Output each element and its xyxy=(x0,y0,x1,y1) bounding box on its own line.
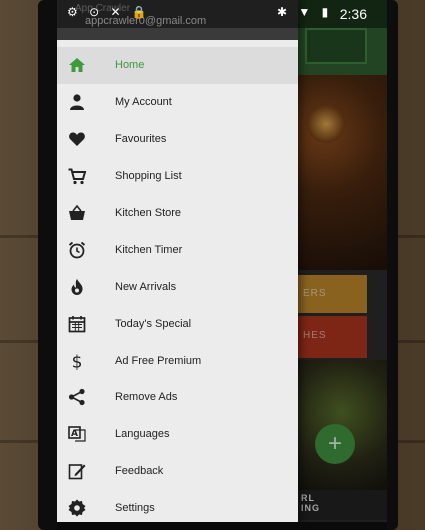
drawer-item-label: Ad Free Premium xyxy=(115,354,202,367)
bottom-edge xyxy=(57,522,387,530)
basket-icon xyxy=(65,201,89,225)
gear-icon xyxy=(65,496,89,520)
drawer-item-remove-ads[interactable]: Remove Ads xyxy=(57,379,298,416)
drawer-item-label: Today's Special xyxy=(115,317,192,330)
cart-icon xyxy=(65,164,89,188)
drawer-item-label: New Arrivals xyxy=(115,280,177,293)
drawer-item-label: Languages xyxy=(115,428,170,441)
edit-icon xyxy=(65,459,89,483)
drawer-item-label: Feedback xyxy=(115,465,164,478)
drawer-item-label: My Account xyxy=(115,96,172,109)
dollar-icon: $ xyxy=(65,349,89,373)
status-bar: ⚙ ⊙ ✕ 🔒 ✱ ▼ ▮ 2:36 xyxy=(57,0,387,28)
drawer-item-label: Shopping List xyxy=(115,170,182,183)
translate-icon: A xyxy=(65,422,89,446)
heart-icon xyxy=(65,127,89,151)
alarm-clock-icon xyxy=(65,238,89,262)
drawer-item-my-account[interactable]: My Account xyxy=(57,84,298,121)
drawer-item-kitchen-timer[interactable]: Kitchen Timer xyxy=(57,231,298,268)
drawer-item-label: Remove Ads xyxy=(115,391,178,404)
drawer-item-favourites[interactable]: Favourites xyxy=(57,121,298,158)
share-icon xyxy=(65,385,89,409)
home-icon xyxy=(65,53,89,77)
screen: ERS HES + RL ING App Crawler appcrawler0… xyxy=(57,0,387,530)
drawer-item-label: Favourites xyxy=(115,133,167,146)
drawer-item-kitchen-store[interactable]: Kitchen Store xyxy=(57,195,298,232)
drawer-menu: Home My Account Favourites Shopping List Kit… xyxy=(57,47,298,527)
system-icons: ✱ ▼ ▮ xyxy=(277,5,333,19)
notification-icons: ⚙ ⊙ ✕ 🔒 xyxy=(67,5,151,19)
drawer-item-feedback[interactable]: Feedback xyxy=(57,453,298,490)
drawer-item-today-s-special[interactable]: Today's Special xyxy=(57,305,298,342)
drawer-item-ad-free-premium[interactable]: $ Ad Free Premium xyxy=(57,342,298,379)
drawer-item-new-arrivals[interactable]: New Arrivals xyxy=(57,268,298,305)
calendar-icon xyxy=(65,312,89,336)
flame-icon xyxy=(65,275,89,299)
drawer-item-label: Home xyxy=(115,59,145,72)
status-time: 2:36 xyxy=(339,6,367,22)
drawer-item-label: Kitchen Timer xyxy=(115,243,183,256)
svg-text:$: $ xyxy=(72,352,83,371)
navigation-drawer: App Crawler appcrawler0@gmail.com Home My… xyxy=(57,0,298,530)
drawer-item-label: Settings xyxy=(115,502,155,515)
person-icon xyxy=(65,90,89,114)
drawer-item-home[interactable]: Home xyxy=(57,47,298,84)
drawer-item-shopping-list[interactable]: Shopping List xyxy=(57,158,298,195)
drawer-item-languages[interactable]: A Languages xyxy=(57,416,298,453)
drawer-item-label: Kitchen Store xyxy=(115,207,182,219)
